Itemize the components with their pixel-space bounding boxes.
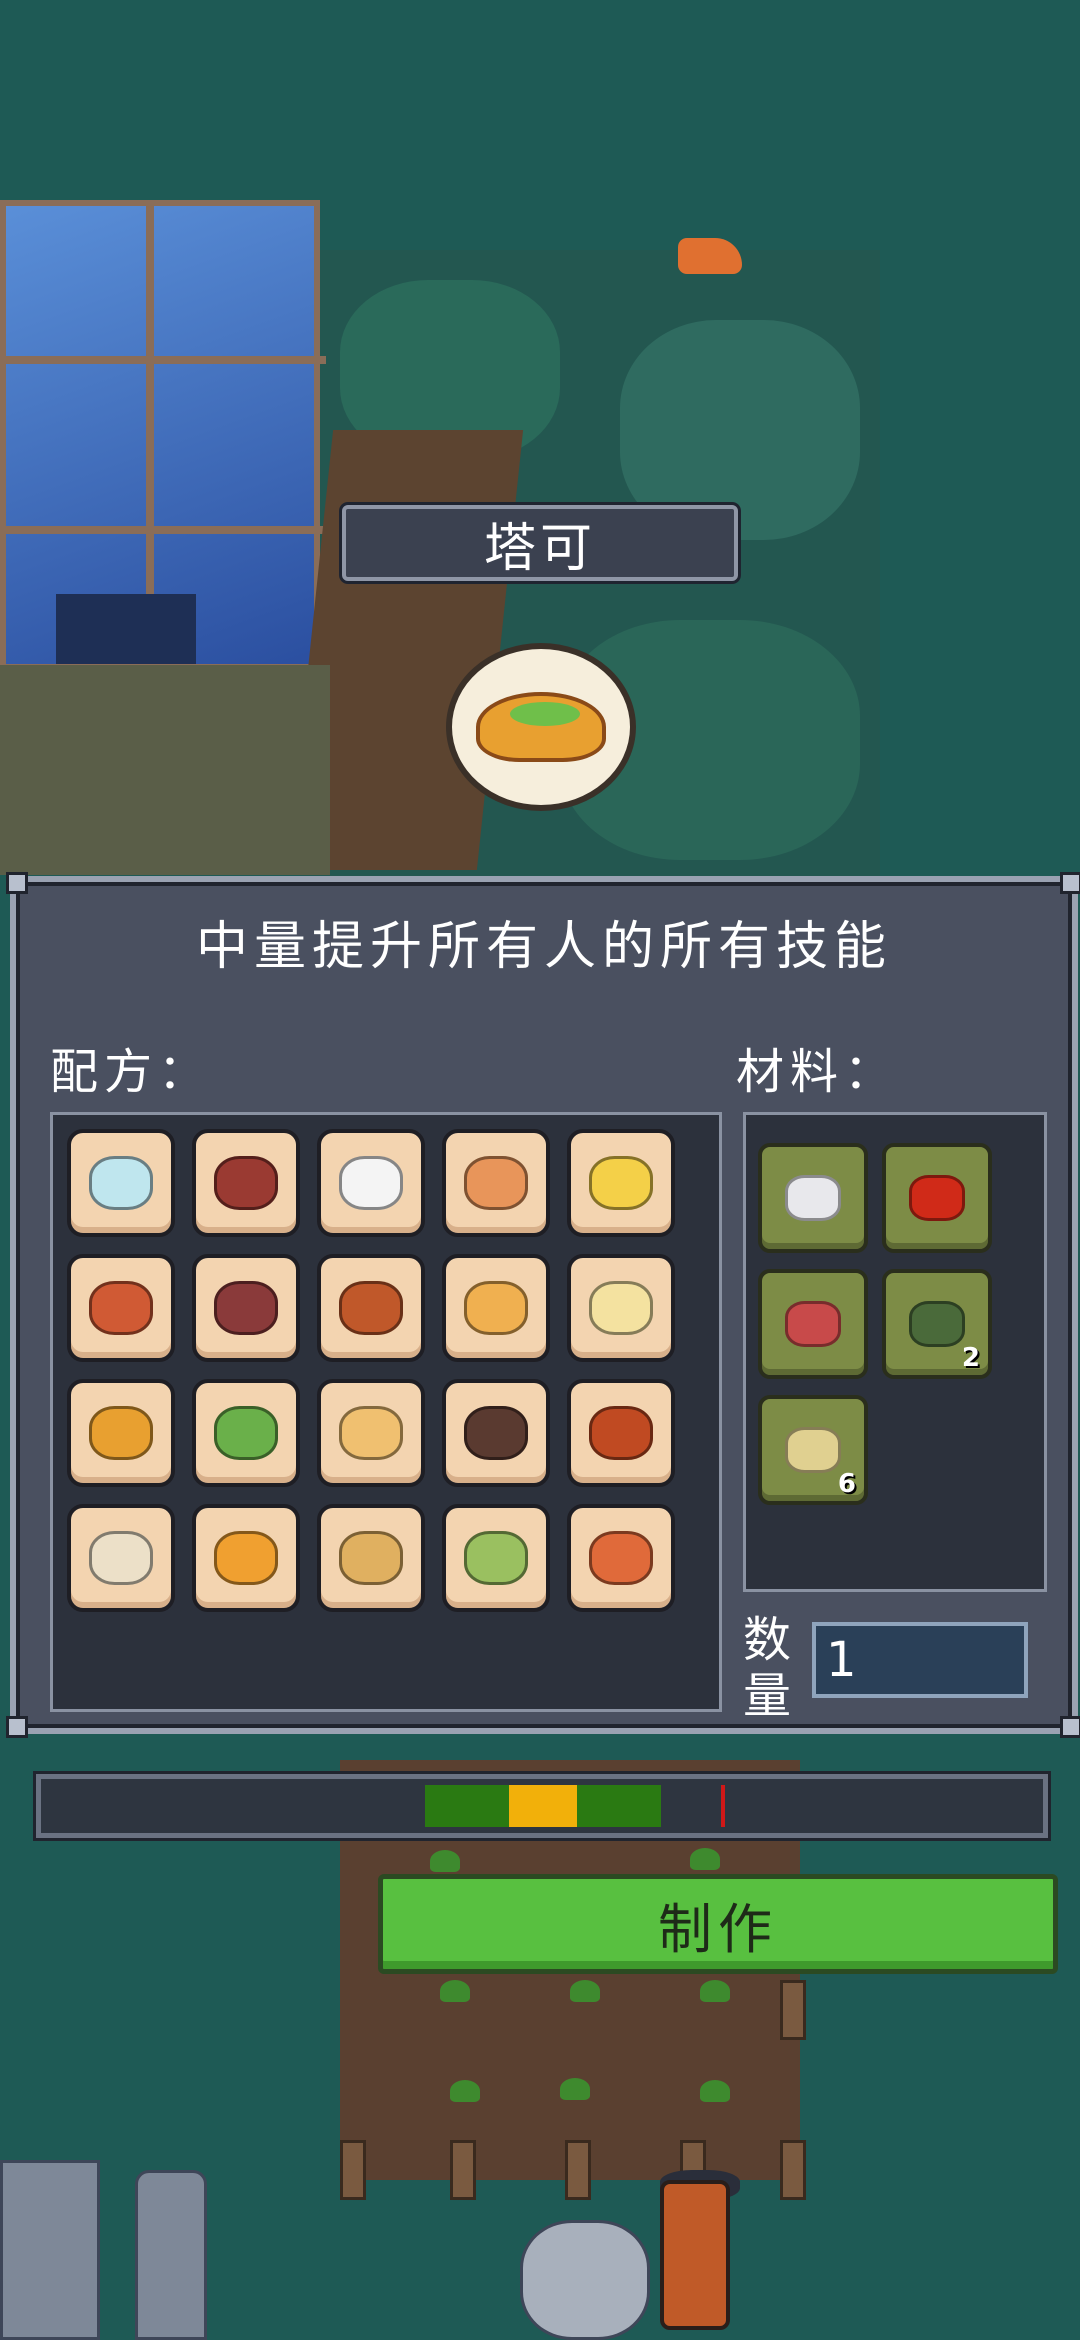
timing-zone-good-right: [577, 1785, 661, 1827]
crop-sprout: [700, 1980, 730, 2002]
greenhouse-door: [56, 594, 196, 664]
material-grid: 26: [758, 1143, 992, 1505]
recipe-slot[interactable]: [442, 1254, 550, 1362]
salad-bowl-icon: [464, 1531, 528, 1585]
timing-zone-good-left: [425, 1785, 509, 1827]
crop-sprout: [430, 1850, 460, 1872]
recipe-slot[interactable]: [192, 1379, 300, 1487]
recipe-slot[interactable]: [67, 1254, 175, 1362]
stone-floor: [0, 665, 330, 875]
raw-meat-icon: [785, 1301, 841, 1347]
boulder: [520, 2220, 650, 2340]
fence-post: [780, 1980, 806, 2040]
taco-icon: [476, 692, 606, 762]
flour-bag-icon: [785, 1175, 841, 1221]
water-glass-icon: [89, 1156, 153, 1210]
timing-zone-perfect: [509, 1785, 577, 1827]
panel-corner: [1060, 1716, 1080, 1738]
chocolate-cake-icon: [464, 1406, 528, 1460]
herb-leaf-icon: [909, 1301, 965, 1347]
recipes-list: [50, 1112, 722, 1712]
quantity-label: 数量: [743, 1612, 792, 1724]
crop-sprout: [700, 2080, 730, 2102]
recipe-slot[interactable]: [567, 1379, 675, 1487]
recipe-slot[interactable]: [192, 1504, 300, 1612]
bread-rolls-icon: [464, 1156, 528, 1210]
egg-icon: [339, 1156, 403, 1210]
cooking-panel: 中量提升所有人的所有技能 配方： 材料： 26 数量: [6, 872, 1080, 1738]
recipe-slot[interactable]: [67, 1504, 175, 1612]
panel-corner: [6, 872, 28, 894]
quantity-input[interactable]: [812, 1622, 1028, 1698]
meatballs-plate-icon: [589, 1406, 653, 1460]
dish-name-plate: 塔可: [342, 505, 738, 581]
seasoning-bottles-icon: [785, 1427, 841, 1473]
meat-salad-plate-icon: [214, 1281, 278, 1335]
player-character: [660, 2180, 730, 2330]
recipe-slot[interactable]: [317, 1379, 425, 1487]
craft-button-label: 制作: [658, 1897, 778, 1961]
material-slot[interactable]: [882, 1143, 992, 1253]
cheese-sandwich-icon: [464, 1281, 528, 1335]
fence-post: [565, 2140, 591, 2200]
stone-ruin: [0, 2160, 100, 2340]
steak-icon: [214, 1156, 278, 1210]
material-slot[interactable]: [758, 1269, 868, 1379]
omelette-rice-plate-icon: [214, 1531, 278, 1585]
recipe-slot[interactable]: [192, 1254, 300, 1362]
taco-plate-icon: [89, 1406, 153, 1460]
dish-name: 塔可: [483, 518, 596, 579]
spaghetti-plate-icon: [339, 1281, 403, 1335]
recipe-slot[interactable]: [567, 1504, 675, 1612]
panel-corner: [1060, 872, 1080, 894]
recipe-slot[interactable]: [317, 1129, 425, 1237]
recipe-slot[interactable]: [192, 1129, 300, 1237]
recipe-slot[interactable]: [67, 1129, 175, 1237]
materials-list: 26: [743, 1112, 1047, 1592]
cooking-timing-bar[interactable]: [36, 1774, 1048, 1838]
stone-pillar: [135, 2170, 207, 2340]
recipes-label: 配方：: [50, 1044, 213, 1100]
crop-sprout: [440, 1980, 470, 2002]
noodle-soup-bowl-icon: [339, 1531, 403, 1585]
recipe-slot[interactable]: [567, 1129, 675, 1237]
fence-post: [450, 2140, 476, 2200]
bread-plate-icon: [339, 1406, 403, 1460]
material-count: 2: [961, 1343, 980, 1373]
recipe-slot[interactable]: [317, 1254, 425, 1362]
recipe-slot[interactable]: [442, 1504, 550, 1612]
crop-sprout: [690, 1848, 720, 1870]
craft-button[interactable]: 制作: [378, 1874, 1058, 1974]
chili-pepper-icon: [909, 1175, 965, 1221]
dish-preview: [446, 643, 636, 811]
bacon-icon: [89, 1281, 153, 1335]
recipe-slot[interactable]: [317, 1504, 425, 1612]
boat-sprite: [678, 238, 742, 274]
scrambled-eggs-icon: [589, 1156, 653, 1210]
material-slot[interactable]: [758, 1143, 868, 1253]
recipe-slot[interactable]: [67, 1379, 175, 1487]
materials-label: 材料：: [736, 1044, 899, 1100]
greenhouse-building: [0, 200, 326, 676]
panel-corner: [6, 1716, 28, 1738]
recipe-slot[interactable]: [442, 1379, 550, 1487]
dumplings-plate-icon: [89, 1531, 153, 1585]
recipe-slot[interactable]: [567, 1254, 675, 1362]
crop-sprout: [450, 2080, 480, 2102]
fried-rice-plate-icon: [589, 1531, 653, 1585]
fence-post: [340, 2140, 366, 2200]
fence-post: [780, 2140, 806, 2200]
dish-effect-description: 中量提升所有人的所有技能: [195, 917, 892, 977]
material-slot[interactable]: 2: [882, 1269, 992, 1379]
material-count: 6: [837, 1469, 856, 1499]
recipe-slot[interactable]: [442, 1129, 550, 1237]
crop-sprout: [560, 2078, 590, 2100]
club-sandwich-icon: [214, 1406, 278, 1460]
recipe-grid: [67, 1129, 675, 1612]
material-slot[interactable]: 6: [758, 1395, 868, 1505]
crop-sprout: [570, 1980, 600, 2002]
timing-marker: [721, 1785, 725, 1827]
cheese-wheel-icon: [589, 1281, 653, 1335]
